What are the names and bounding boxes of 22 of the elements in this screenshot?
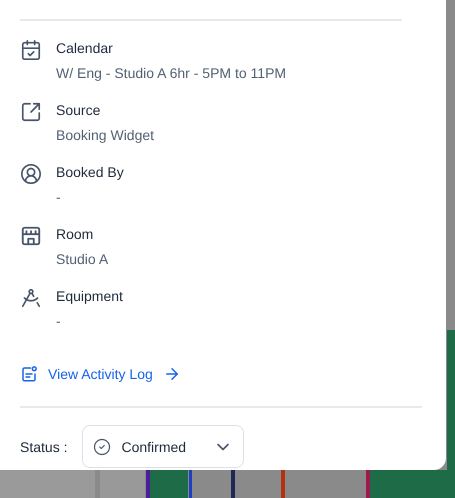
field-value: - [56, 313, 62, 330]
activity-log-link[interactable]: View Activity Log [20, 364, 446, 384]
compass-icon [20, 287, 42, 309]
status-label: Status : [20, 438, 68, 454]
check-circle-icon [93, 438, 112, 456]
field-value: W/ Eng - Studio A 6hr - 5PM to 11PM [56, 65, 286, 82]
user-icon [20, 163, 42, 185]
field-value: Studio A [56, 251, 108, 268]
field-label: Booked By [56, 164, 124, 181]
field-label: Calendar [56, 40, 114, 57]
note-icon [20, 365, 38, 383]
event-block [231, 470, 235, 498]
field-value: - [56, 189, 62, 206]
field-label: Source [56, 102, 102, 119]
event-block [281, 470, 285, 498]
calendar-icon [20, 39, 42, 61]
field-label: Room [56, 226, 94, 243]
field-value: Booking Widget [56, 127, 154, 144]
external-link-icon [20, 101, 42, 123]
building-icon [20, 225, 42, 247]
field-label: Equipment [56, 288, 123, 305]
status-dropdown[interactable]: Confirmed [82, 425, 244, 468]
